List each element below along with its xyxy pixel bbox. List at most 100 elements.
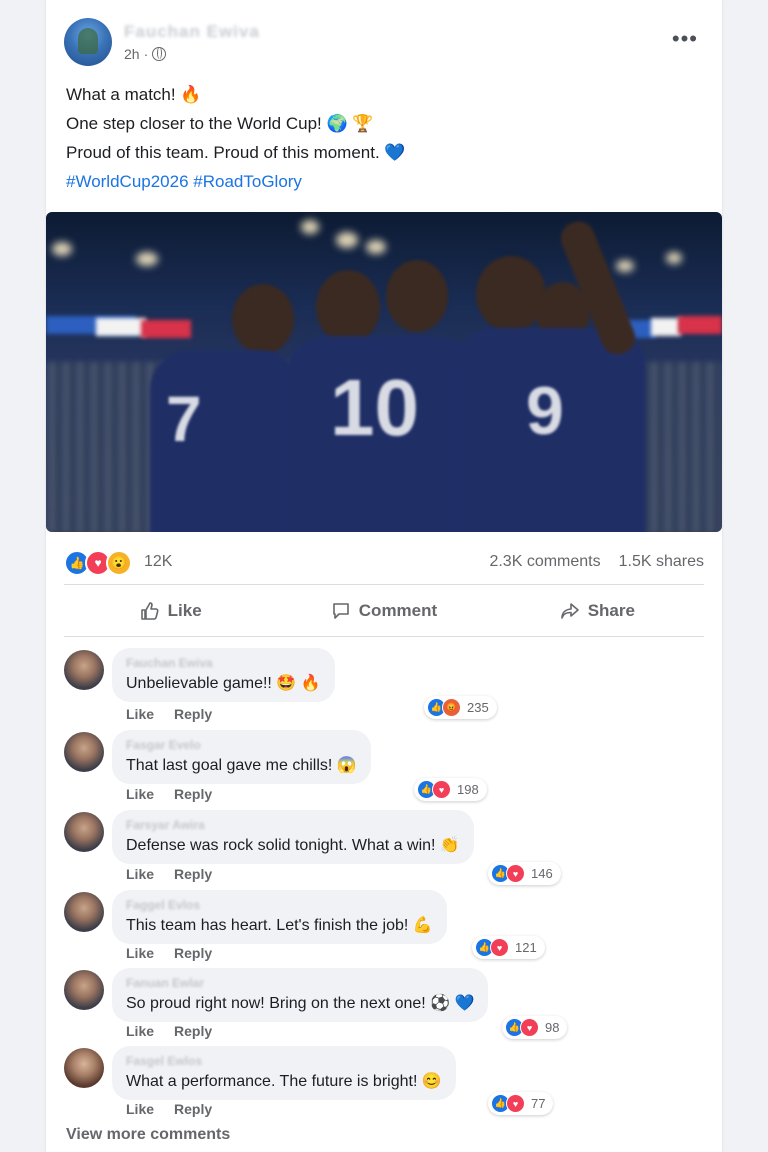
caption-line: Proud of this team. Proud of this moment… <box>66 143 406 162</box>
post-time[interactable]: 2h <box>124 46 140 62</box>
flag-banner <box>678 316 722 334</box>
comment-bubble: Fasgel Ewlos What a performance. The fut… <box>112 1046 456 1100</box>
commenter-avatar[interactable] <box>64 970 104 1010</box>
comment-like-link[interactable]: Like <box>126 1023 154 1039</box>
share-icon <box>560 603 579 619</box>
comment-text: Defense was rock solid tonight. What a w… <box>126 837 460 854</box>
post-actions: Like Comment Share <box>64 590 704 632</box>
comment-text: So proud right now! Bring on the next on… <box>126 995 475 1012</box>
comment-text: This team has heart. Let's finish the jo… <box>126 917 433 934</box>
player-head <box>476 256 546 332</box>
comment-like-link[interactable]: Like <box>126 866 154 882</box>
like-label: Like <box>167 601 202 620</box>
comment-bubble: Fasgar Evelo That last goal gave me chil… <box>112 730 371 784</box>
comment-reactions[interactable]: 👍 ♥ 77 <box>488 1092 554 1115</box>
author-avatar[interactable] <box>64 18 112 66</box>
like-button[interactable]: Like <box>64 590 277 632</box>
post-meta: 2h · <box>124 46 167 62</box>
player-head <box>232 284 294 354</box>
comment-reactions[interactable]: 👍 😡 235 <box>424 696 497 719</box>
comment-reply-link[interactable]: Reply <box>174 866 212 882</box>
thumbs-up-icon <box>140 602 159 620</box>
player-head <box>386 260 448 332</box>
divider <box>64 584 704 585</box>
comment-reply-link[interactable]: Reply <box>174 706 212 722</box>
commenter-avatar[interactable] <box>64 1048 104 1088</box>
stadium-light <box>616 260 634 272</box>
post-caption: What a match! 🔥 One step closer to the W… <box>66 80 406 196</box>
engagement-stats: 👍 ♥ 😮 12K 2.3K comments 1.5K shares <box>64 548 704 576</box>
comment-bubble: Fauchan Ewiva Unbelievable game!! 🤩 🔥 <box>112 648 335 702</box>
comment-reaction-count: 198 <box>457 782 479 797</box>
commenter-name[interactable]: Faggel Evlos <box>126 898 433 912</box>
commenter-avatar[interactable] <box>64 650 104 690</box>
commenter-name[interactable]: Farsyar Awira <box>126 818 460 832</box>
comment-reply-link[interactable]: Reply <box>174 1023 212 1039</box>
love-icon: ♥ <box>506 1094 525 1113</box>
jersey-number: 9 <box>526 373 564 449</box>
comment-reactions[interactable]: 👍 ♥ 121 <box>472 936 545 959</box>
love-icon: ♥ <box>432 780 451 799</box>
jersey-number: 7 <box>166 383 202 455</box>
comment-like-link[interactable]: Like <box>126 1101 154 1117</box>
angry-icon: 😡 <box>442 698 461 717</box>
love-icon: ♥ <box>490 938 509 957</box>
comment-text: That last goal gave me chills! 😱 <box>126 757 357 774</box>
comments-count[interactable]: 2.3K comments <box>489 553 600 571</box>
commenter-name[interactable]: Fauchan Ewiva <box>126 656 321 670</box>
globe-icon <box>152 47 167 61</box>
commenter-avatar[interactable] <box>64 892 104 932</box>
reaction-count[interactable]: 12K <box>144 553 172 571</box>
comment-reaction-count: 146 <box>531 866 553 881</box>
comment-reaction-count: 98 <box>545 1020 560 1035</box>
love-icon: ♥ <box>520 1018 539 1037</box>
view-more-comments-link[interactable]: View more comments <box>66 1126 230 1144</box>
post-card: Fauchan Ewiva 2h · ••• What a match! 🔥 O… <box>46 0 722 1152</box>
player-head <box>316 270 380 344</box>
comment-button[interactable]: Comment <box>277 590 490 632</box>
stadium-light <box>52 242 72 256</box>
comment-reactions[interactable]: 👍 ♥ 198 <box>414 778 487 801</box>
share-label: Share <box>587 601 635 620</box>
comment-reply-link[interactable]: Reply <box>174 1101 212 1117</box>
comment-like-link[interactable]: Like <box>126 786 154 802</box>
comment-reaction-count: 235 <box>467 700 489 715</box>
post-header: Fauchan Ewiva 2h · ••• <box>64 16 704 68</box>
jersey-number: 10 <box>330 363 419 452</box>
shares-count[interactable]: 1.5K shares <box>619 553 704 571</box>
stadium-light <box>666 252 682 264</box>
comment-bubble: Farsyar Awira Defense was rock solid ton… <box>112 810 474 864</box>
stadium-light <box>336 232 358 248</box>
caption-line: What a match! 🔥 <box>66 85 202 104</box>
caption-line: One step closer to the World Cup! 🌍 🏆 <box>66 114 374 133</box>
flag-banner <box>651 318 681 336</box>
hashtags-link[interactable]: #WorldCup2026 #RoadToGlory <box>66 167 406 196</box>
love-icon: ♥ <box>506 864 525 883</box>
comment-reply-link[interactable]: Reply <box>174 945 212 961</box>
wow-icon: 😮 <box>106 550 132 576</box>
author-name[interactable]: Fauchan Ewiva <box>124 22 260 42</box>
comment-reactions[interactable]: 👍 ♥ 98 <box>502 1016 568 1039</box>
stadium-light <box>301 220 319 234</box>
divider <box>64 636 704 637</box>
comment-text: Unbelievable game!! 🤩 🔥 <box>126 675 321 692</box>
flag-banner <box>141 320 191 338</box>
comment-label: Comment <box>358 601 438 620</box>
commenter-avatar[interactable] <box>64 732 104 772</box>
post-photo[interactable]: 7 10 9 <box>46 212 722 532</box>
more-options-button[interactable]: ••• <box>672 26 698 52</box>
share-button[interactable]: Share <box>491 590 704 632</box>
reaction-icons[interactable]: 👍 ♥ 😮 <box>64 550 132 576</box>
commenter-avatar[interactable] <box>64 812 104 852</box>
commenter-name[interactable]: Fanuan Ewlar <box>126 976 474 990</box>
comment-reply-link[interactable]: Reply <box>174 786 212 802</box>
commenter-name[interactable]: Fasgel Ewlos <box>126 1054 442 1068</box>
comment-like-link[interactable]: Like <box>126 945 154 961</box>
commenter-name[interactable]: Fasgar Evelo <box>126 738 357 752</box>
comment-reactions[interactable]: 👍 ♥ 146 <box>488 862 561 885</box>
comment-reaction-count: 77 <box>531 1096 546 1111</box>
stadium-light <box>136 252 158 266</box>
comment-bubble: Faggel Evlos This team has heart. Let's … <box>112 890 447 944</box>
stadium-light <box>366 240 386 254</box>
comment-like-link[interactable]: Like <box>126 706 154 722</box>
